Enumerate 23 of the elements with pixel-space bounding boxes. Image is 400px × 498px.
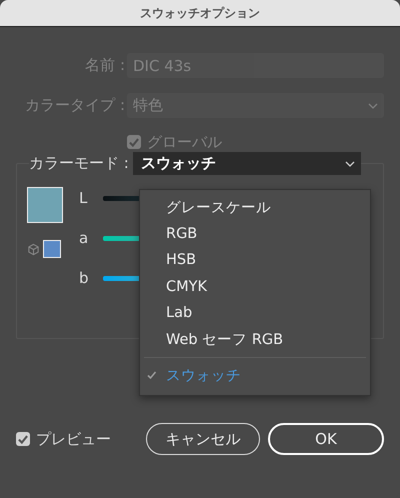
preview-checkbox[interactable]: プレビュー [16,430,111,448]
field-label: カラーモード : [29,154,130,173]
menu-item[interactable]: RGB [140,220,370,247]
color-mode-dropdown[interactable]: スウォッチ [132,152,361,175]
window-title: スウォッチオプション [140,4,260,22]
chevron-icon [368,102,378,108]
color-swatch [43,240,61,258]
checkmark-icon [146,369,158,382]
slider-label: a [79,229,90,247]
menu-item[interactable]: HSB [140,247,370,274]
cube-icon [27,242,40,256]
slider-label: L [79,189,88,207]
menu-item[interactable]: グレースケール [140,194,370,220]
color-swatch [27,187,63,223]
menu-item[interactable]: Web セーフ RGB [140,326,370,353]
chevron-icon [344,160,355,166]
ok-button[interactable]: OK [268,423,384,455]
menu-item[interactable]: CMYK [140,274,370,300]
field-label: カラータイプ : [24,96,126,115]
field-label: 名前 : [84,56,126,75]
menu-item[interactable]: Lab [140,300,370,326]
slider-label: b [79,269,90,287]
cancel-button[interactable]: キャンセル [146,423,260,455]
